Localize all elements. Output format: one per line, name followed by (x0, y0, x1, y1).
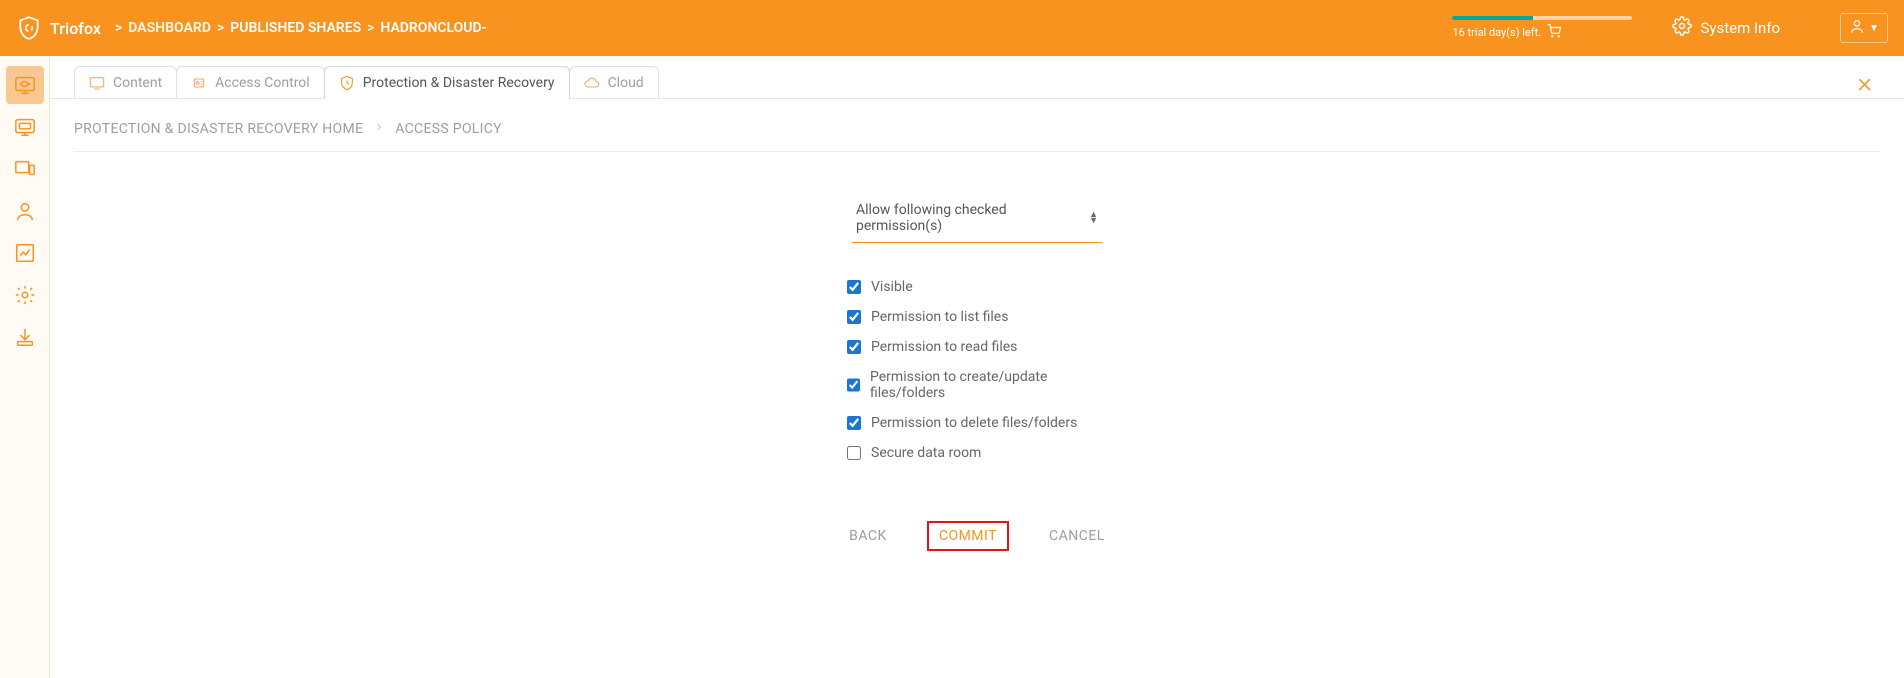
sub-breadcrumb: PROTECTION & DISASTER RECOVERY HOME ACCE… (50, 99, 1904, 151)
tab-protection[interactable]: Protection & Disaster Recovery (324, 66, 570, 99)
commit-button[interactable]: COMMIT (927, 521, 1009, 551)
brand-text: Triofox (50, 19, 101, 38)
permission-checkbox[interactable] (847, 446, 861, 460)
close-icon[interactable]: × (1857, 66, 1880, 99)
tab-content[interactable]: Content (74, 66, 177, 99)
tab-cloud-label: Cloud (608, 75, 644, 91)
breadcrumb: > DASHBOARD > PUBLISHED SHARES > HADRONC… (115, 20, 487, 36)
sidebar-item-shares[interactable] (6, 66, 44, 104)
permission-label: Permission to delete files/folders (871, 415, 1077, 431)
sidebar-item-users[interactable] (6, 192, 44, 230)
tabs: Content Access Control Protection & Disa… (50, 56, 1904, 99)
trial-days-text: 16 trial day(s) left. (1452, 26, 1541, 39)
breadcrumb-dashboard[interactable]: DASHBOARD (128, 20, 211, 36)
chevron-right-icon (373, 121, 385, 137)
permission-row[interactable]: Secure data room (847, 445, 1107, 461)
breadcrumb-published-shares[interactable]: PUBLISHED SHARES (230, 20, 361, 36)
permission-row[interactable]: Permission to create/update files/folder… (847, 369, 1107, 401)
permission-checkbox[interactable] (847, 340, 861, 354)
sidebar-item-devices[interactable] (6, 150, 44, 188)
sidebar-item-servers[interactable] (6, 108, 44, 146)
gear-icon (1672, 16, 1692, 40)
sidebar-item-settings[interactable] (6, 276, 44, 314)
permission-label: Permission to list files (871, 309, 1008, 325)
breadcrumb-target[interactable]: HADRONCLOUD- (380, 20, 486, 36)
sub-breadcrumb-current: ACCESS POLICY (395, 121, 502, 137)
permission-label: Secure data room (871, 445, 981, 461)
topbar: Triofox > DASHBOARD > PUBLISHED SHARES >… (0, 0, 1904, 56)
system-info-button[interactable]: System Info (1672, 16, 1780, 40)
system-info-label: System Info (1700, 19, 1780, 37)
permission-label: Permission to create/update files/folder… (870, 369, 1107, 401)
tab-content-label: Content (113, 75, 162, 91)
chevron-down-icon: ▼ (1869, 23, 1879, 34)
trial-progress-bar (1452, 16, 1632, 20)
permissions-list: Visible Permission to list files Permissio… (847, 279, 1107, 461)
permissions-mode-select[interactable]: Allow following checked permission(s) ▲▼ (852, 192, 1102, 243)
permission-row[interactable]: Visible (847, 279, 1107, 295)
permission-row[interactable]: Permission to read files (847, 339, 1107, 355)
permission-label: Visible (871, 279, 913, 295)
logo-area: Triofox > DASHBOARD > PUBLISHED SHARES >… (16, 14, 487, 42)
sort-icon: ▲▼ (1089, 212, 1098, 224)
sub-breadcrumb-home[interactable]: PROTECTION & DISASTER RECOVERY HOME (74, 121, 363, 137)
permission-row[interactable]: Permission to delete files/folders (847, 415, 1107, 431)
cart-icon[interactable] (1547, 24, 1561, 41)
trial-status: 16 trial day(s) left. (1452, 16, 1632, 41)
back-button[interactable]: BACK (839, 522, 897, 550)
permission-label: Permission to read files (871, 339, 1017, 355)
tab-cloud[interactable]: Cloud (569, 66, 659, 99)
permission-checkbox[interactable] (847, 378, 860, 392)
sidebar-item-download[interactable] (6, 318, 44, 356)
permissions-mode-label: Allow following checked permission(s) (856, 202, 1089, 234)
permission-checkbox[interactable] (847, 310, 861, 324)
tab-access-control[interactable]: Access Control (176, 66, 325, 99)
permission-row[interactable]: Permission to list files (847, 309, 1107, 325)
tab-access-label: Access Control (215, 75, 310, 91)
permission-checkbox[interactable] (847, 280, 861, 294)
logo-shield-icon (16, 14, 42, 42)
button-row: BACK COMMIT CANCEL (657, 521, 1297, 551)
main-content: Content Access Control Protection & Disa… (50, 56, 1904, 678)
sidebar-item-reports[interactable] (6, 234, 44, 272)
cancel-button[interactable]: CANCEL (1039, 522, 1115, 550)
tab-protection-label: Protection & Disaster Recovery (363, 75, 555, 91)
user-menu-button[interactable]: ▼ (1840, 13, 1888, 43)
permission-checkbox[interactable] (847, 416, 861, 430)
left-sidebar (0, 56, 50, 678)
divider (74, 151, 1880, 152)
user-icon (1849, 18, 1865, 38)
